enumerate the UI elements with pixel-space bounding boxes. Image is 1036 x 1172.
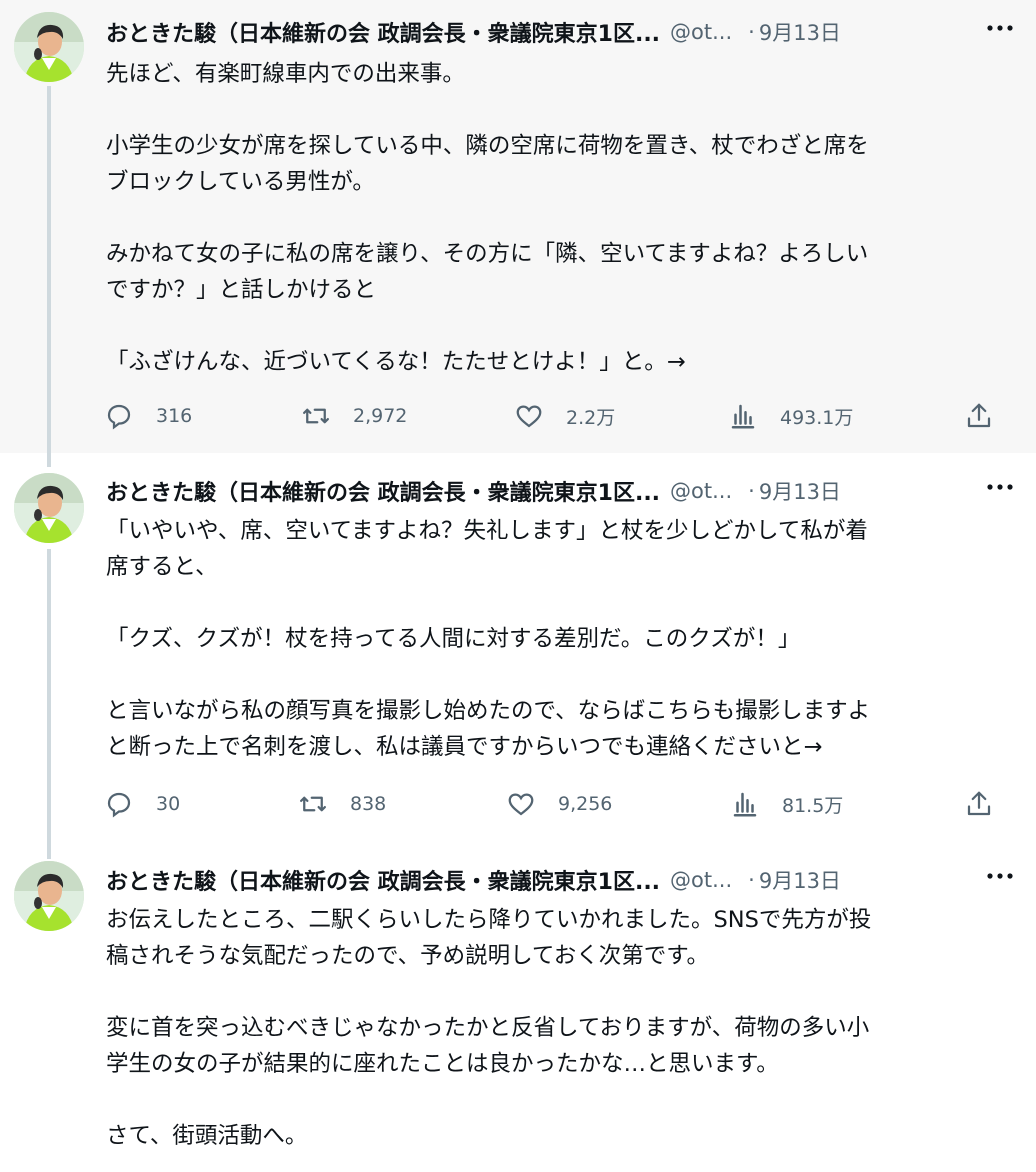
tweet-header: おときた駿（日本維新の会 政調会長・衆議院東京1区... @ot... · 9月… [106,860,1036,900]
reply-count: 30 [156,793,181,815]
tweet-paragraph: お伝えしたところ、二駅くらいしたら降りていかれました。SNSで先方が投 稿されそ… [106,907,872,969]
tweet-paragraph: 変に首を突っ込むべきじゃなかったかと反省しておりますが、荷物の多い小 学生の女の… [106,1015,870,1077]
reply-count: 316 [156,405,193,427]
like-button[interactable]: 2.2万 [514,396,615,436]
timestamp[interactable]: 9月13日 [759,17,841,47]
timestamp[interactable]: 9月13日 [759,476,841,506]
reply-button[interactable]: 316 [104,396,192,436]
author-handle[interactable]: @ot... [670,868,732,892]
more-button[interactable] [980,471,1020,503]
author-name[interactable]: おときた駿（日本維新の会 政調会長・衆議院東京1区... [106,864,660,896]
more-horizontal-icon [987,484,1013,490]
action-bar: 316 2,972 2.2万 493.1万 [104,396,1004,436]
more-horizontal-icon [987,873,1013,879]
share-button[interactable] [964,784,994,824]
thread-line [47,549,51,845]
avatar[interactable] [14,12,84,82]
tweet-2[interactable]: おときた駿（日本維新の会 政調会長・衆議院東京1区... @ot... · 9月… [0,453,1036,845]
tweet-paragraph: 小学生の少女が席を探している中、隣の空席に荷物を置き、杖でわざと席を ブロックし… [106,133,869,195]
tweet-text: 「いやいや、席、空いてますよね？失礼します」と杖を少しどかして私が着 席すると、… [106,513,1006,765]
retweet-icon [300,796,326,812]
share-upload-icon [967,791,991,816]
tweet-text: お伝えしたところ、二駅くらいしたら降りていかれました。SNSで先方が投 稿されそ… [106,902,1006,1154]
tweet-paragraph: と言いながら私の顔写真を撮影し始めたので、ならばこちらも撮影しますよ と断った上… [106,698,871,760]
reply-bubble-icon [107,404,131,430]
author-handle[interactable]: @ot... [670,20,732,44]
heart-icon [516,405,542,428]
retweet-count: 838 [350,793,387,815]
more-button[interactable] [980,12,1020,44]
tweet-paragraph: 先ほど、有楽町線車内での出来事。 [106,61,465,87]
more-horizontal-icon [987,25,1013,31]
author-handle[interactable]: @ot... [670,479,732,503]
author-name[interactable]: おときた駿（日本維新の会 政調会長・衆議院東京1区... [106,475,660,507]
retweet-count: 2,972 [353,405,408,427]
tweet-header: おときた駿（日本維新の会 政調会長・衆議院東京1区... @ot... · 9月… [106,471,1036,511]
views-bar-chart-icon [731,404,755,429]
views-button[interactable]: 493.1万 [728,396,853,436]
reply-bubble-icon [107,792,131,818]
tweet-header: おときた駿（日本維新の会 政調会長・衆議院東京1区... @ot... · 9月… [106,12,1036,52]
more-button[interactable] [980,860,1020,892]
avatar[interactable] [14,861,84,931]
action-bar: 30 838 9,256 81.5万 [104,784,1004,824]
share-upload-icon [967,403,991,428]
separator-dot: · [748,868,755,892]
tweet-paragraph: さて、街頭活動へ。 [106,1123,308,1149]
retweet-button[interactable]: 838 [298,784,386,824]
thread-line [47,845,51,859]
retweet-icon [303,408,329,424]
like-button[interactable]: 9,256 [506,784,612,824]
thread-line [47,86,51,453]
heart-icon [508,793,534,816]
thread-line [47,453,51,467]
reply-button[interactable]: 30 [104,784,180,824]
views-button[interactable]: 81.5万 [730,784,843,824]
tweet-paragraph: 「クズ、クズが！杖を持ってる人間に対する差別だ。このクズが！」 [106,626,801,652]
separator-dot: · [748,479,755,503]
timestamp[interactable]: 9月13日 [759,865,841,895]
tweet-3[interactable]: おときた駿（日本維新の会 政調会長・衆議院東京1区... @ot... · 9月… [0,845,1036,1172]
like-count: 2.2万 [566,406,616,429]
tweet-text: 先ほど、有楽町線車内での出来事。 小学生の少女が席を探している中、隣の空席に荷物… [106,56,1006,380]
views-bar-chart-icon [733,792,757,817]
author-name[interactable]: おときた駿（日本維新の会 政調会長・衆議院東京1区... [106,16,660,48]
share-button[interactable] [964,396,994,436]
views-count: 493.1万 [780,406,854,429]
separator-dot: · [748,20,755,44]
tweet-paragraph: みかねて女の子に私の席を譲り、その方に「隣、空いてますよね？よろしい ですか？」… [106,241,869,303]
tweet-1[interactable]: おときた駿（日本維新の会 政調会長・衆議院東京1区... @ot... · 9月… [0,0,1036,453]
tweet-paragraph: 「いやいや、席、空いてますよね？失礼します」と杖を少しどかして私が着 席すると、 [106,518,868,580]
tweet-paragraph: 「ふざけんな、近づいてくるな！たたせとけよ！」と。→ [106,349,686,375]
retweet-button[interactable]: 2,972 [301,396,407,436]
views-count: 81.5万 [782,794,844,817]
avatar[interactable] [14,473,84,543]
like-count: 9,256 [558,793,613,815]
